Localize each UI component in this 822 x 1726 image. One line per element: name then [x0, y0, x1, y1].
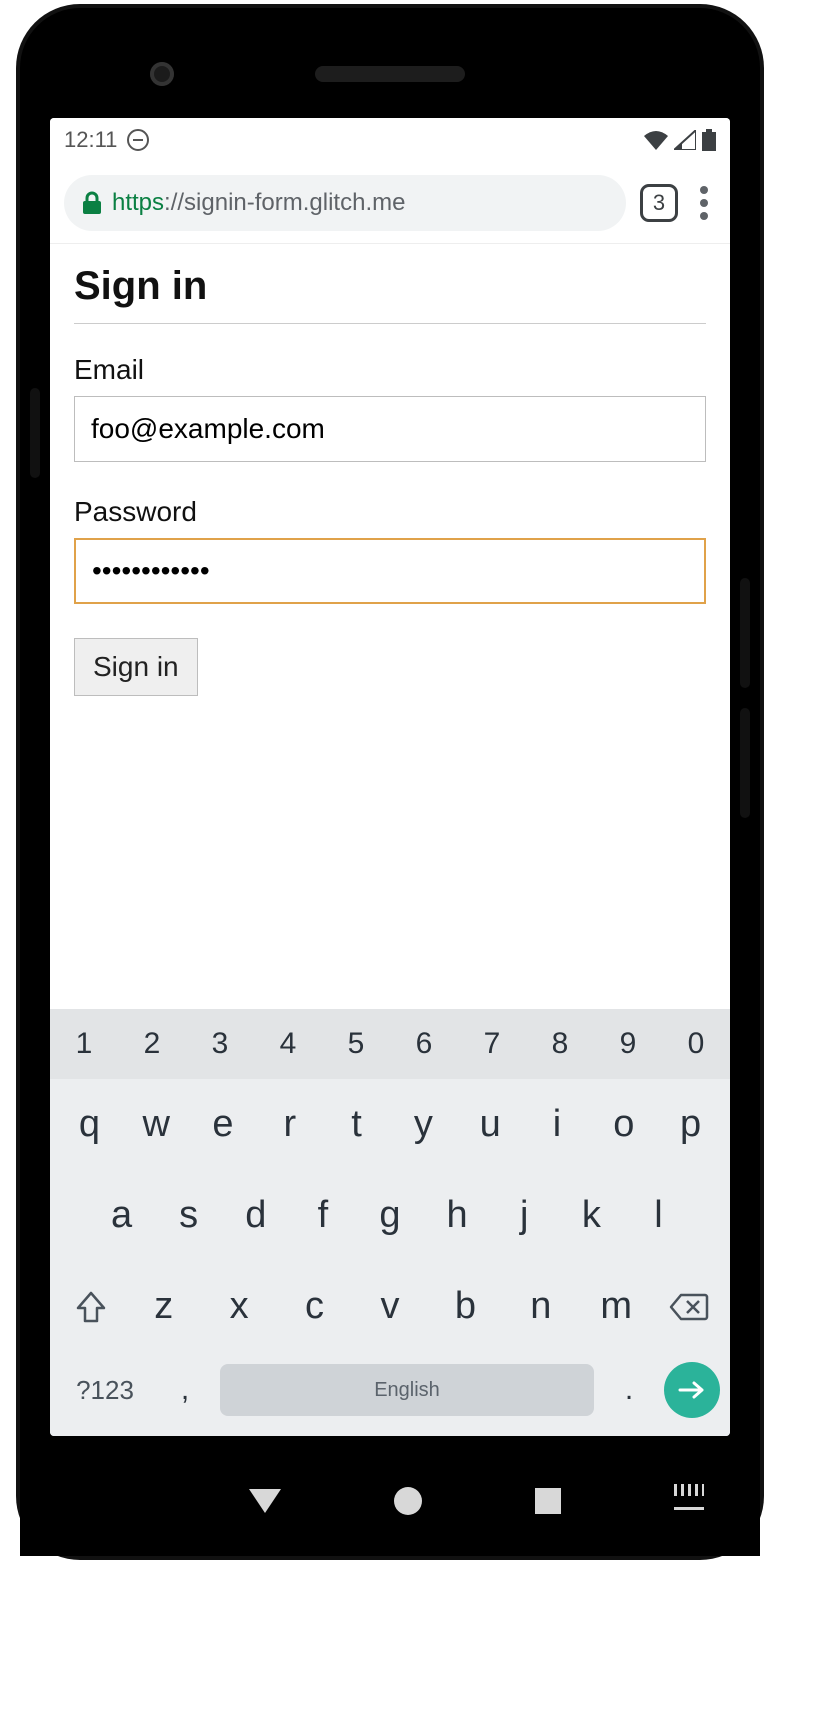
key-k[interactable]: k — [558, 1184, 625, 1247]
key-m[interactable]: m — [579, 1275, 654, 1338]
key-1[interactable]: 1 — [50, 1009, 118, 1079]
email-input[interactable] — [74, 396, 706, 462]
symbols-key[interactable]: ?123 — [60, 1375, 150, 1406]
key-0[interactable]: 0 — [662, 1009, 730, 1079]
key-z[interactable]: z — [126, 1275, 201, 1338]
url-host: signin-form.glitch.me — [184, 189, 405, 216]
keyboard-bottom-row: ?123 , English . — [50, 1352, 730, 1436]
key-y[interactable]: y — [390, 1093, 457, 1156]
wifi-icon — [644, 130, 668, 150]
password-input[interactable] — [74, 538, 706, 604]
tab-count-button[interactable]: 3 — [640, 184, 678, 222]
android-nav-bar — [20, 1446, 760, 1556]
screen: 12:11 https: — [50, 118, 730, 1436]
phone-side-button — [740, 578, 750, 688]
spacebar-label: English — [374, 1379, 440, 1402]
keyboard-row-3: z x c v b n m — [50, 1261, 730, 1352]
phone-side-button — [30, 388, 40, 478]
address-bar[interactable]: https://signin-form.glitch.me — [64, 175, 626, 231]
phone-speaker — [315, 66, 465, 82]
nav-home-button[interactable] — [394, 1487, 422, 1515]
key-q[interactable]: q — [56, 1093, 123, 1156]
key-s[interactable]: s — [155, 1184, 222, 1247]
key-o[interactable]: o — [590, 1093, 657, 1156]
key-x[interactable]: x — [201, 1275, 276, 1338]
key-2[interactable]: 2 — [118, 1009, 186, 1079]
email-field-block: Email — [74, 354, 706, 462]
nav-back-button[interactable] — [249, 1489, 281, 1513]
key-3[interactable]: 3 — [186, 1009, 254, 1079]
keyboard-row-2: a s d f g h j k l — [50, 1170, 730, 1261]
page-title: Sign in — [74, 264, 706, 324]
key-7[interactable]: 7 — [458, 1009, 526, 1079]
url-sep: :// — [164, 189, 184, 216]
url-text: https://signin-form.glitch.me — [112, 189, 405, 217]
key-f[interactable]: f — [289, 1184, 356, 1247]
comma-key[interactable]: , — [160, 1373, 210, 1407]
key-c[interactable]: c — [277, 1275, 352, 1338]
tab-count-value: 3 — [653, 190, 665, 216]
key-l[interactable]: l — [625, 1184, 692, 1247]
key-b[interactable]: b — [428, 1275, 503, 1338]
key-5[interactable]: 5 — [322, 1009, 390, 1079]
key-j[interactable]: j — [491, 1184, 558, 1247]
key-v[interactable]: v — [352, 1275, 427, 1338]
key-e[interactable]: e — [190, 1093, 257, 1156]
key-4[interactable]: 4 — [254, 1009, 322, 1079]
key-t[interactable]: t — [323, 1093, 390, 1156]
key-a[interactable]: a — [88, 1184, 155, 1247]
cellular-icon — [674, 130, 696, 150]
password-label: Password — [74, 496, 706, 528]
dnd-icon — [127, 129, 149, 151]
lock-icon — [82, 191, 102, 215]
spacebar-key[interactable]: English — [220, 1364, 594, 1416]
key-i[interactable]: i — [524, 1093, 591, 1156]
key-u[interactable]: u — [457, 1093, 524, 1156]
keyboard-number-row: 1 2 3 4 5 6 7 8 9 0 — [50, 1009, 730, 1079]
phone-frame: 12:11 https: — [20, 8, 760, 1556]
phone-side-button — [740, 708, 750, 818]
keyboard-row-1: q w e r t y u i o p — [50, 1079, 730, 1170]
page-content: Sign in Email Password Sign in — [50, 244, 730, 1009]
overflow-menu-button[interactable] — [692, 186, 716, 220]
period-key[interactable]: . — [604, 1373, 654, 1407]
key-n[interactable]: n — [503, 1275, 578, 1338]
password-field-block: Password — [74, 496, 706, 604]
key-h[interactable]: h — [424, 1184, 491, 1247]
key-9[interactable]: 9 — [594, 1009, 662, 1079]
battery-icon — [702, 129, 716, 151]
soft-keyboard: 1 2 3 4 5 6 7 8 9 0 q w e r t y u i o — [50, 1009, 730, 1436]
key-d[interactable]: d — [222, 1184, 289, 1247]
key-p[interactable]: p — [657, 1093, 724, 1156]
enter-key[interactable] — [664, 1362, 720, 1418]
signin-button[interactable]: Sign in — [74, 638, 198, 696]
status-bar: 12:11 — [50, 118, 730, 162]
phone-camera — [150, 62, 174, 86]
nav-recent-button[interactable] — [535, 1488, 561, 1514]
status-time: 12:11 — [64, 127, 117, 153]
shift-key[interactable] — [56, 1275, 126, 1338]
url-scheme: https — [112, 189, 164, 216]
key-w[interactable]: w — [123, 1093, 190, 1156]
browser-toolbar: https://signin-form.glitch.me 3 — [50, 162, 730, 244]
key-6[interactable]: 6 — [390, 1009, 458, 1079]
backspace-key[interactable] — [654, 1275, 724, 1338]
nav-keyboard-icon[interactable] — [674, 1492, 704, 1510]
key-r[interactable]: r — [256, 1093, 323, 1156]
key-8[interactable]: 8 — [526, 1009, 594, 1079]
email-label: Email — [74, 354, 706, 386]
key-g[interactable]: g — [356, 1184, 423, 1247]
